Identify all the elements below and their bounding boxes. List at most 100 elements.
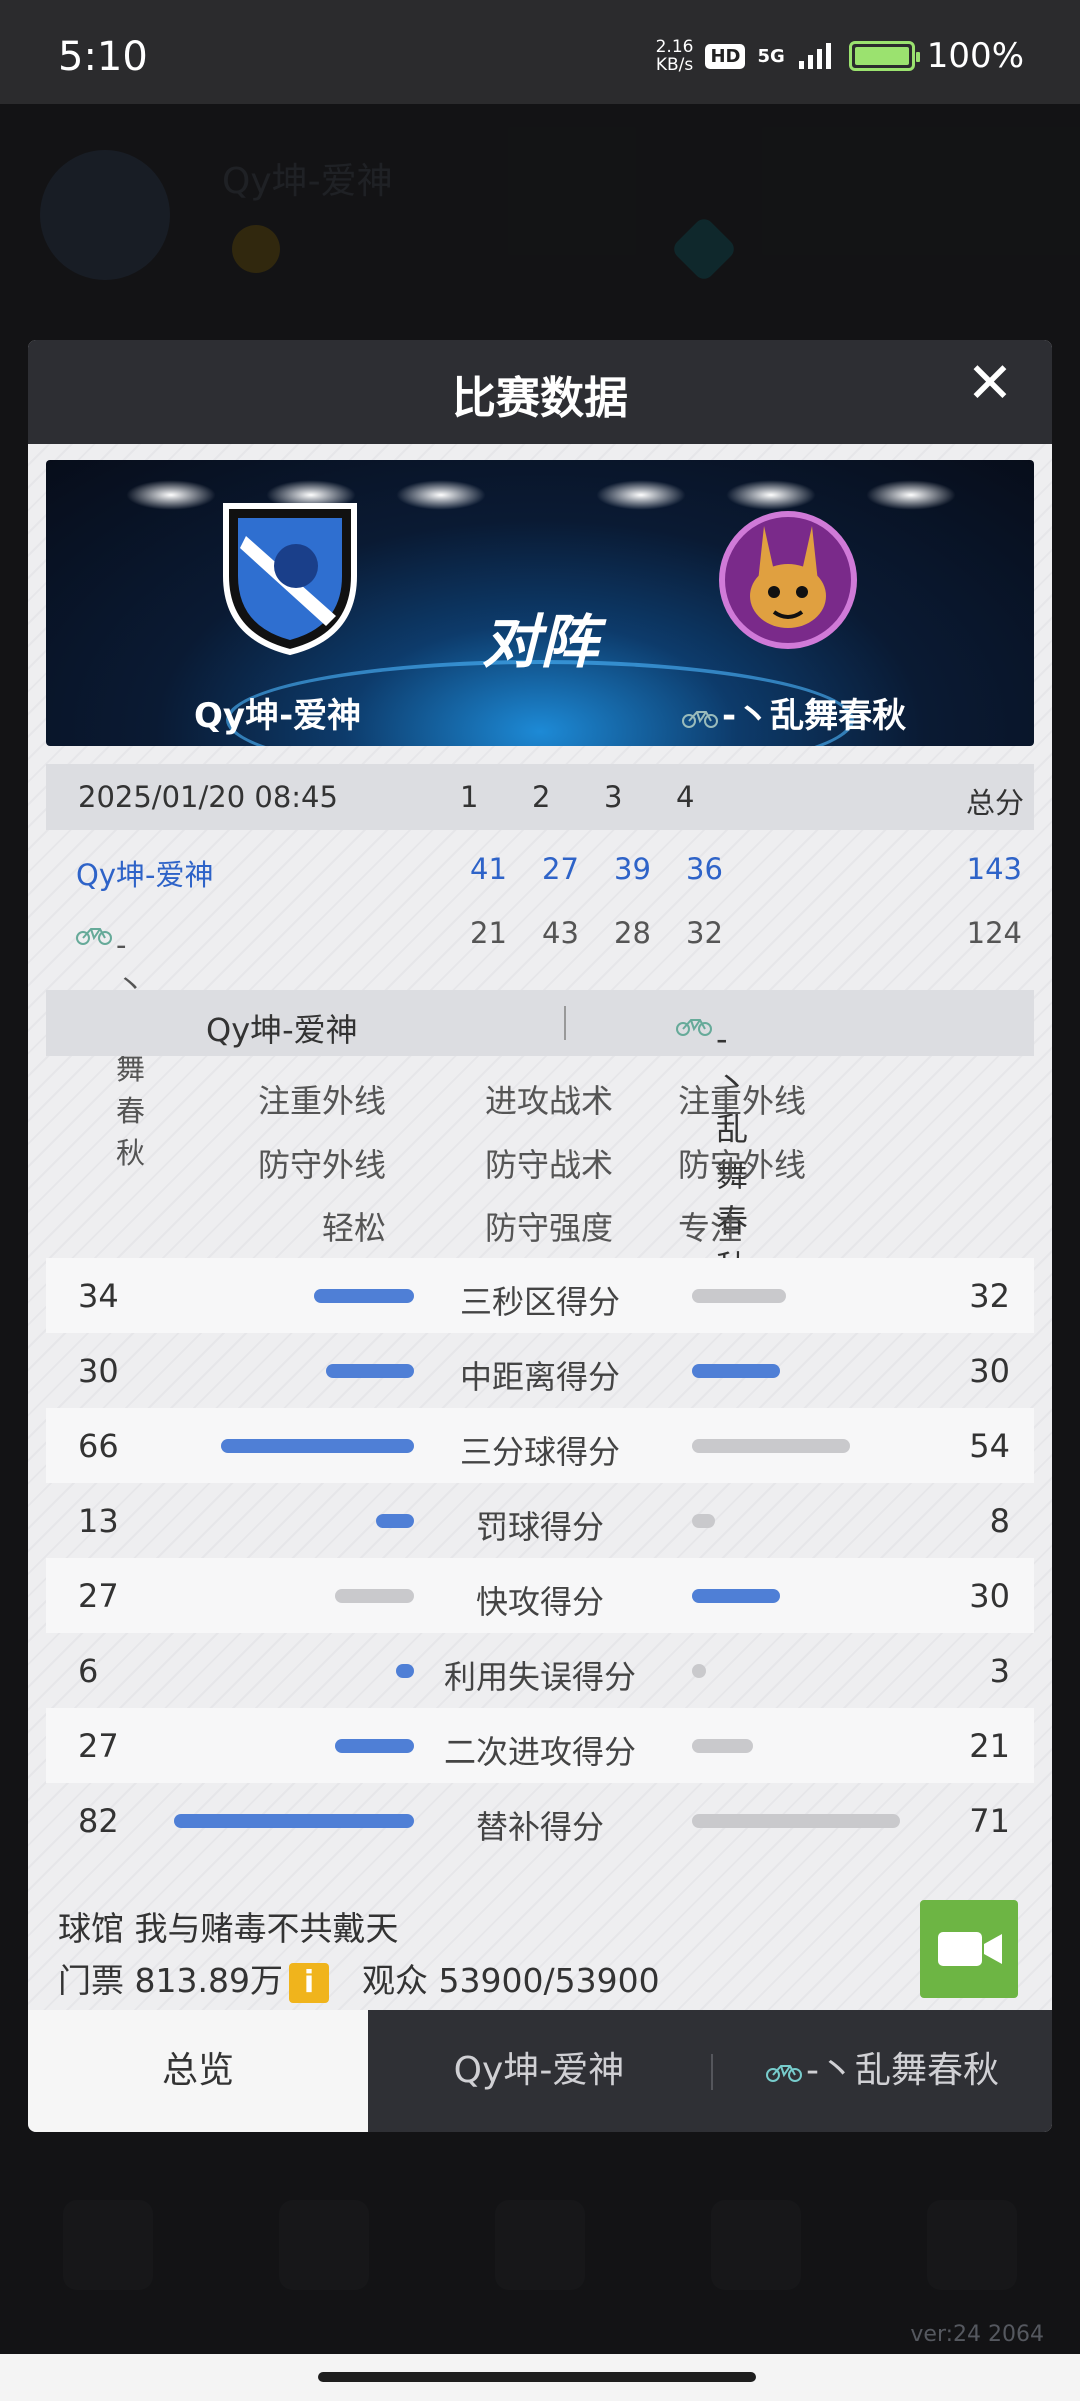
signal-icon: 5G xyxy=(757,45,785,67)
stat-away-bar xyxy=(692,1289,786,1303)
stat-away-bar xyxy=(692,1739,753,1753)
stat-away-value: 30 xyxy=(969,1577,1010,1615)
divider xyxy=(564,1006,566,1040)
banner-away-team: -丶乱舞春秋 xyxy=(682,688,906,737)
stat-home-bar xyxy=(335,1589,414,1603)
match-datetime: 2025/01/20 08:45 xyxy=(78,780,338,814)
stat-label: 三分球得分 xyxy=(459,1433,620,1471)
home-q1: 41 xyxy=(470,852,507,886)
status-bar: 5:10 2.16 KB/s HD 5G 100% xyxy=(0,0,1080,104)
home-q2: 27 xyxy=(542,852,579,886)
stat-home-value: 27 xyxy=(78,1577,119,1615)
home-total: 143 xyxy=(966,852,1022,886)
stat-away-bar xyxy=(692,1514,715,1528)
dialog-header: 比赛数据 ✕ xyxy=(28,340,1052,444)
stat-away-bar xyxy=(692,1814,900,1828)
quarter-header: 2 xyxy=(532,780,551,814)
net-speed-value: 2.16 xyxy=(655,37,694,57)
stat-label: 替补得分 xyxy=(475,1808,604,1846)
stat-label: 利用失误得分 xyxy=(443,1658,636,1696)
banner-home-team: Qy坤-爱神 xyxy=(194,696,362,736)
away-team-name[interactable]: -丶乱舞春秋 xyxy=(76,916,145,1170)
stat-away-value: 21 xyxy=(969,1727,1010,1765)
tactics-header: Qy坤-爱神 -丶乱舞春秋 xyxy=(46,990,1034,1286)
stat-row: 82 替补得分 71 xyxy=(46,1783,1034,1858)
stat-home-bar xyxy=(396,1664,414,1678)
stat-away-bar xyxy=(692,1589,780,1603)
stat-row: 30 中距离得分 30 xyxy=(46,1333,1034,1408)
hd-icon: HD xyxy=(705,43,746,69)
ticket-value: 813.89万 xyxy=(134,1961,283,2000)
stat-away-value: 30 xyxy=(969,1352,1010,1390)
away-q3: 28 xyxy=(614,916,651,950)
audience-label: 观众 xyxy=(362,1961,428,2000)
tactics-label: 进攻战术 xyxy=(484,1082,613,1120)
stat-home-bar xyxy=(376,1514,414,1528)
home-team-name[interactable]: Qy坤-爱神 xyxy=(76,852,213,894)
stat-home-bar xyxy=(326,1364,414,1378)
tactics-home-team: Qy坤-爱神 xyxy=(206,1011,358,1049)
home-indicator[interactable] xyxy=(318,2372,756,2382)
tactics-label: 防守强度 xyxy=(484,1209,613,1247)
version-label: ver:24 2064 xyxy=(910,2322,1044,2347)
quarter-header: 1 xyxy=(460,780,479,814)
quarter-header: 4 xyxy=(676,780,695,814)
tactics-row: 防守外线 防守战术 防守外线 xyxy=(46,1130,1034,1190)
stat-away-bar xyxy=(692,1664,706,1678)
stat-home-value: 13 xyxy=(78,1502,119,1540)
navigation-bar xyxy=(0,2354,1080,2401)
stat-home-bar xyxy=(335,1739,414,1753)
tactics-away-value: 专注 xyxy=(678,1209,743,1247)
tab-away-team[interactable]: -丶乱舞春秋 xyxy=(713,2010,1052,2132)
away-q1: 21 xyxy=(470,916,507,950)
video-camera-icon xyxy=(938,1932,1002,1966)
total-header: 总分 xyxy=(965,786,1024,820)
bicycle-icon xyxy=(676,1019,712,1036)
net-speed: 2.16 KB/s xyxy=(656,38,694,74)
audience-info: 观众 53900/53900 xyxy=(362,1954,660,2002)
venue-info: 球馆 我与赌毒不共戴天 xyxy=(58,1902,399,1950)
tactics-home-value: 注重外线 xyxy=(257,1082,386,1120)
vs-label: 对阵 xyxy=(481,608,598,676)
stat-home-value: 6 xyxy=(78,1652,99,1690)
stat-row: 27 快攻得分 30 xyxy=(46,1558,1034,1633)
home-q3: 39 xyxy=(614,852,651,886)
stat-home-bar xyxy=(314,1289,414,1303)
stat-row: 6 利用失误得分 3 xyxy=(46,1633,1034,1708)
home-q4: 36 xyxy=(686,852,723,886)
scoreboard-home-row: Qy坤-爱神 41 27 39 36 143 xyxy=(46,840,1034,900)
info-icon[interactable]: i xyxy=(288,1962,329,2003)
tactics-away-value: 注重外线 xyxy=(678,1082,807,1120)
tab-home-team[interactable]: Qy坤-爱神 xyxy=(368,2010,710,2132)
tab-overview[interactable]: 总览 xyxy=(28,2010,368,2132)
match-data-dialog: 比赛数据 ✕ 对阵 Qy坤-爱神 -丶乱舞春秋 2025/01/20 08:45… xyxy=(28,340,1052,2132)
tactics-row: 轻松 防守强度 专注 xyxy=(46,1193,1034,1253)
battery-percent: 100% xyxy=(926,36,1024,76)
stat-row: 27 二次进攻得分 21 xyxy=(46,1708,1034,1783)
ticket-label: 门票 xyxy=(58,1961,124,2000)
away-q4: 32 xyxy=(686,916,723,950)
matchup-banner: 对阵 Qy坤-爱神 -丶乱舞春秋 xyxy=(46,460,1034,746)
tactics-row: 注重外线 进攻战术 注重外线 xyxy=(46,1066,1034,1126)
venue-label: 球馆 xyxy=(58,1909,124,1948)
tactics-away-value: 防守外线 xyxy=(678,1146,807,1184)
stat-away-value: 3 xyxy=(989,1652,1010,1690)
video-replay-button[interactable] xyxy=(920,1900,1018,1998)
stat-home-value: 30 xyxy=(78,1352,119,1390)
stat-away-bar xyxy=(692,1439,850,1453)
dialog-tabs: 总览 Qy坤-爱神 -丶乱舞春秋 xyxy=(28,2010,1052,2132)
stat-label: 三秒区得分 xyxy=(459,1283,620,1321)
away-total: 124 xyxy=(966,916,1022,950)
close-icon[interactable]: ✕ xyxy=(962,356,1018,412)
stat-label: 罚球得分 xyxy=(475,1508,604,1546)
bicycle-icon xyxy=(76,928,112,945)
banner-away-team-name: -丶乱舞春秋 xyxy=(722,696,907,736)
status-icons: 2.16 KB/s HD 5G 100% xyxy=(656,36,1024,76)
scoreboard-header: 2025/01/20 08:45 1 2 3 4 总分 xyxy=(46,764,1034,830)
stat-row: 13 罚球得分 8 xyxy=(46,1483,1034,1558)
stat-home-value: 34 xyxy=(78,1277,119,1315)
tactics-home-value: 防守外线 xyxy=(257,1146,386,1184)
stat-home-value: 27 xyxy=(78,1727,119,1765)
stat-away-value: 32 xyxy=(969,1277,1010,1315)
battery-icon xyxy=(848,41,920,71)
